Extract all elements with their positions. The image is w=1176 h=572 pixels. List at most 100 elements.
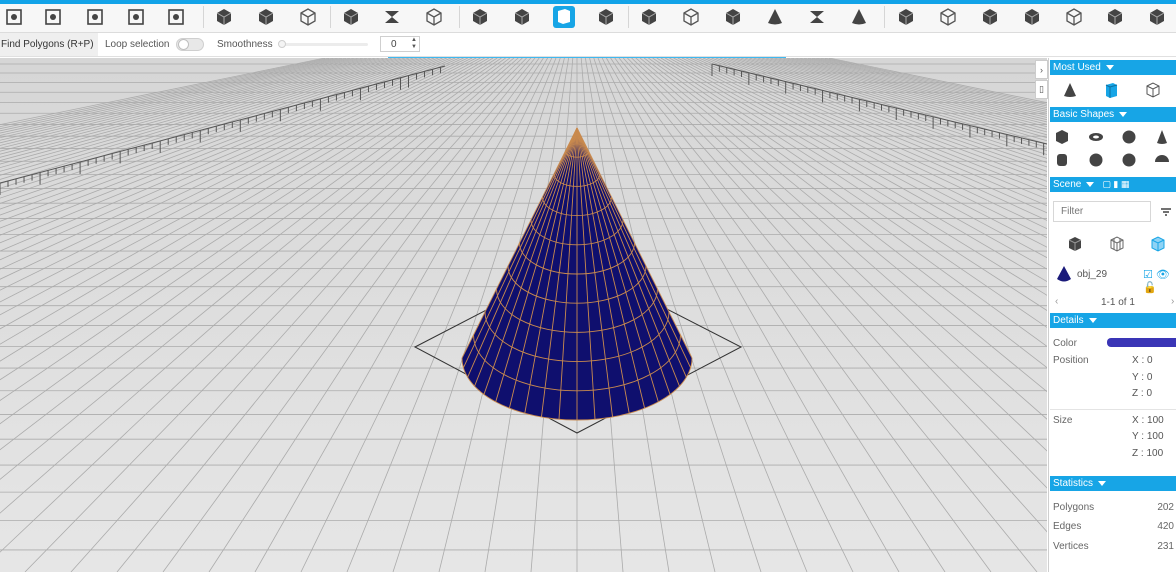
color-label: Color: [1053, 338, 1077, 349]
cone-shape-icon[interactable]: [1152, 127, 1172, 147]
scene-object-name[interactable]: obj_29: [1077, 269, 1107, 280]
polygons-value: 202: [1157, 502, 1174, 513]
cylinder-shape-icon[interactable]: [1101, 80, 1121, 100]
ball-shape-icon[interactable]: [1119, 150, 1139, 170]
collapse-panel-icon[interactable]: ›: [1035, 60, 1048, 79]
toolbar-glyph: [168, 9, 184, 25]
chevron-down-icon: [1086, 181, 1095, 187]
size-y-value: Y : 100: [1132, 431, 1164, 442]
chevron-down-icon: [1098, 480, 1107, 486]
sphere-shape-icon[interactable]: [1119, 127, 1139, 147]
toolbar-bowtie-icon[interactable]: [806, 6, 828, 28]
toolbar-wire-icon[interactable]: [553, 6, 575, 28]
size-y[interactable]: Y : 100: [1132, 431, 1164, 442]
details-header[interactable]: Details: [1050, 313, 1176, 328]
size-z[interactable]: Z : 100: [1132, 448, 1163, 459]
stepper-up-icon[interactable]: ▲: [411, 37, 417, 43]
toolbar-cube-icon[interactable]: [469, 6, 491, 28]
toolbar-cube-icon[interactable]: [213, 6, 235, 28]
view-mode-icons[interactable]: ▢ ▮ ▦: [1102, 179, 1129, 189]
size-x[interactable]: X : 100: [1132, 415, 1164, 426]
toolbar-wire-icon[interactable]: [680, 6, 702, 28]
position-label: Position: [1053, 355, 1089, 366]
statistics-header[interactable]: Statistics: [1050, 476, 1176, 491]
smoothness-stepper[interactable]: 0 ▲ ▼: [380, 36, 420, 52]
panel-toggle-icon[interactable]: ▯: [1035, 80, 1048, 99]
stepper-down-icon[interactable]: ▼: [411, 44, 417, 50]
slider-thumb[interactable]: [278, 40, 286, 48]
toolbar-cube-icon[interactable]: [722, 6, 744, 28]
chevron-down-icon: [1105, 64, 1114, 70]
toolbar-frame-icon[interactable]: [165, 6, 187, 28]
color-swatch[interactable]: [1107, 338, 1176, 347]
active-tool-label: Find Polygons (R+P): [0, 33, 98, 56]
toolbar-glyph: [810, 11, 824, 23]
toolbar-cube-icon[interactable]: [595, 6, 617, 28]
toolbar-wire-icon[interactable]: [1063, 6, 1085, 28]
3d-viewport[interactable]: [0, 58, 1047, 572]
toolbar-cube-icon[interactable]: [979, 6, 1001, 28]
loop-selection-label: Loop selection: [105, 39, 170, 50]
position-z[interactable]: Z : 0: [1132, 388, 1152, 399]
toolbar-cube-icon[interactable]: [255, 6, 277, 28]
position-x[interactable]: X : 0: [1132, 355, 1153, 366]
xray-view-icon[interactable]: [1148, 234, 1168, 254]
wire-box-icon[interactable]: [1143, 80, 1163, 100]
pager-next-icon[interactable]: ›: [1171, 296, 1174, 307]
loop-selection-toggle[interactable]: [176, 38, 204, 51]
cone-shape-icon[interactable]: [1060, 80, 1080, 100]
scene-header[interactable]: Scene ▢ ▮ ▦: [1050, 177, 1176, 192]
toolbar-cube-icon[interactable]: [511, 6, 533, 28]
most-used-header[interactable]: Most Used: [1050, 60, 1176, 75]
toolbar-separator: [884, 6, 885, 28]
scene-filter-input[interactable]: [1053, 201, 1151, 222]
toolbar-cube-icon[interactable]: [1146, 6, 1168, 28]
viewport-scene[interactable]: [0, 58, 1047, 572]
pager-prev-icon[interactable]: ‹: [1055, 296, 1058, 307]
toolbar-wire-icon[interactable]: [297, 6, 319, 28]
toolbar-cube-icon[interactable]: [638, 6, 660, 28]
object-cone-icon: [1054, 264, 1074, 284]
edges-value: 420: [1157, 521, 1174, 532]
dome-shape-icon[interactable]: [1152, 150, 1172, 170]
cylinder-shape-icon[interactable]: [1052, 150, 1072, 170]
basic-shapes-header[interactable]: Basic Shapes: [1050, 107, 1176, 122]
toolbar-wire-icon[interactable]: [937, 6, 959, 28]
knot-shape-icon[interactable]: [1086, 150, 1106, 170]
visibility-icons[interactable]: ☑ 👁 🔓: [1143, 268, 1176, 294]
smoothness-slider[interactable]: [278, 40, 368, 48]
main-toolbar: [0, 0, 1176, 33]
toolbar-glyph: [258, 9, 274, 25]
toolbar-frame-icon[interactable]: [84, 6, 106, 28]
toolbar-cube-icon[interactable]: [1021, 6, 1043, 28]
toolbar-accent-strip: [0, 0, 1176, 4]
stepper-value: 0: [391, 39, 397, 50]
toolbar-glyph: [598, 9, 614, 25]
toolbar-cone-icon[interactable]: [764, 6, 786, 28]
toolbar-separator: [628, 6, 629, 28]
toolbar-cube-icon[interactable]: [340, 6, 362, 28]
torus-shape-icon[interactable]: [1086, 127, 1106, 147]
toolbar-cube-icon[interactable]: [895, 6, 917, 28]
position-y-value: Y : 0: [1132, 372, 1153, 383]
toolbar-glyph: [641, 9, 657, 25]
toolbar-frame-icon[interactable]: [3, 6, 25, 28]
toolbar-cube-icon[interactable]: [1104, 6, 1126, 28]
details-title: Details: [1053, 315, 1084, 326]
toolbar-glyph: [300, 8, 316, 26]
toolbar-frame-icon[interactable]: [125, 6, 147, 28]
toggle-knob: [178, 39, 189, 50]
pager-text: 1-1 of 1: [1101, 297, 1135, 308]
toolbar-wire-icon[interactable]: [423, 6, 445, 28]
solid-view-icon[interactable]: [1065, 234, 1085, 254]
toolbar-glyph: [725, 9, 741, 25]
toolbar-cone-icon[interactable]: [848, 6, 870, 28]
toolbar-frame-icon[interactable]: [42, 6, 64, 28]
filter-icon[interactable]: [1157, 203, 1175, 221]
toolbar-glyph: [1149, 9, 1165, 25]
position-y[interactable]: Y : 0: [1132, 372, 1152, 383]
toolbar-bowtie-icon[interactable]: [381, 6, 403, 28]
wireframe-view-icon[interactable]: [1107, 234, 1127, 254]
box-shape-icon[interactable]: [1052, 127, 1072, 147]
toolbar-glyph: [1066, 8, 1082, 26]
